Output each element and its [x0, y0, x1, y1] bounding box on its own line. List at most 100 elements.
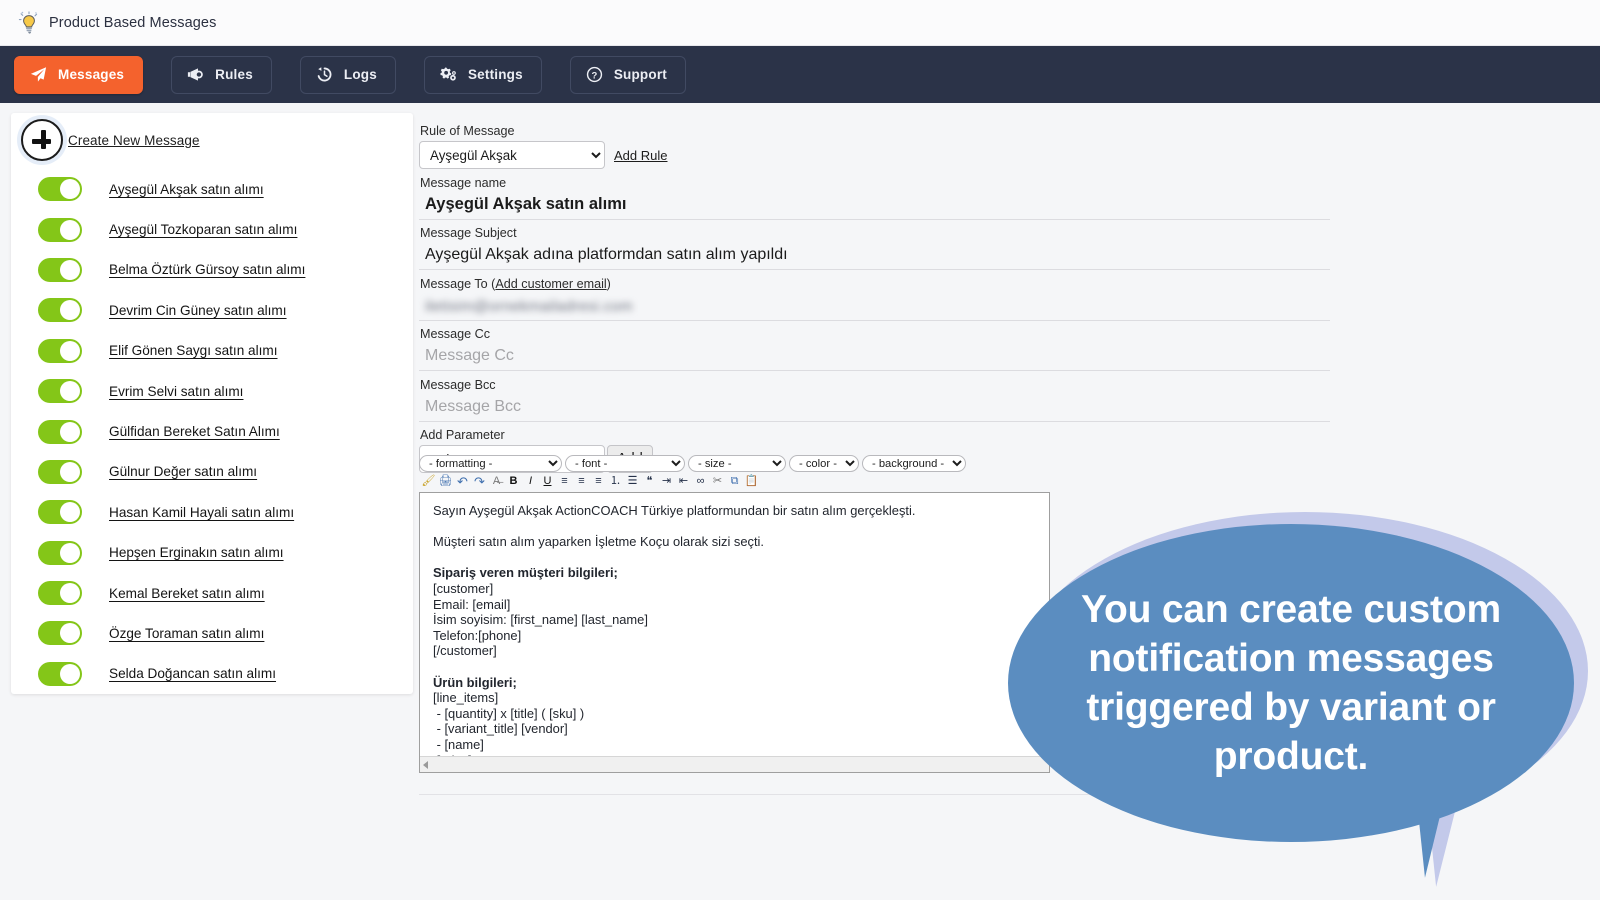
- message-to-input[interactable]: iletisim@ornekmailadresi.com: [419, 294, 1330, 321]
- svg-text:?: ?: [591, 71, 597, 82]
- editor-font-select[interactable]: - font -: [565, 455, 685, 472]
- add-customer-email-link[interactable]: Add customer email: [495, 277, 606, 291]
- callout-bubble: You can create custom notification messa…: [1008, 524, 1574, 842]
- nav-item-rules-label: Rules: [215, 67, 253, 82]
- message-list-item[interactable]: Evrim Selvi satın alımı: [11, 371, 413, 411]
- bold-icon[interactable]: B: [506, 474, 521, 489]
- toggle-knob: [60, 381, 80, 402]
- message-list-item[interactable]: Hepşen Erginakın satın alımı: [11, 533, 413, 573]
- message-list-item[interactable]: Elif Gönen Saygı satın alımı: [11, 331, 413, 371]
- create-new-message-button[interactable]: Create New Message: [21, 119, 200, 161]
- indent-icon[interactable]: ⇥: [659, 474, 674, 489]
- undo-icon[interactable]: ↶: [455, 474, 470, 489]
- editor-line: [customer]: [433, 580, 494, 596]
- message-enabled-toggle[interactable]: [38, 379, 82, 404]
- message-list-item-label: Selda Doğancan satın alımı: [109, 666, 277, 682]
- message-enabled-toggle[interactable]: [38, 621, 82, 646]
- toggle-knob: [60, 461, 80, 482]
- align-center-icon[interactable]: ≡: [574, 474, 589, 489]
- editor-line: Ürün bilgileri;: [433, 674, 517, 690]
- remove-format-icon[interactable]: A̶: [489, 474, 504, 489]
- message-enabled-toggle[interactable]: [38, 177, 82, 202]
- nav-item-support-label: Support: [613, 67, 667, 82]
- question-circle-icon: ?: [585, 65, 604, 84]
- editor-formatting-select[interactable]: - formatting -: [419, 455, 562, 472]
- editor-content-area[interactable]: Sayın Ayşegül Akşak ActionCOACH Türkiye …: [419, 492, 1050, 773]
- message-name-input[interactable]: [419, 192, 1330, 220]
- message-list-item-label: Gülnur Değer satın alımı: [109, 464, 258, 480]
- message-list-item[interactable]: Özge Toraman satın alımı: [11, 613, 413, 653]
- redo-icon[interactable]: ↷: [472, 474, 487, 489]
- message-enabled-toggle[interactable]: [38, 500, 82, 525]
- editor-size-select[interactable]: - size -: [688, 455, 786, 472]
- message-list-item-label: Hasan Kamil Hayali satın alımı: [109, 504, 295, 520]
- message-subject-input[interactable]: [419, 243, 1330, 270]
- blockquote-icon[interactable]: ❝: [642, 474, 657, 489]
- message-list-item[interactable]: Gülfidan Bereket Satın Alımı: [11, 411, 413, 451]
- message-list-item-label: Elif Gönen Saygı satın alımı: [109, 343, 278, 359]
- print-icon[interactable]: 🖨: [438, 474, 453, 489]
- message-enabled-toggle[interactable]: [38, 581, 82, 606]
- message-enabled-toggle[interactable]: [38, 298, 82, 323]
- message-list-item[interactable]: Hasan Kamil Hayali satın alımı: [11, 492, 413, 532]
- italic-icon[interactable]: I: [523, 474, 538, 489]
- rule-of-message-select[interactable]: Ayşegül Akşak: [419, 141, 605, 169]
- message-enabled-toggle[interactable]: [38, 661, 82, 686]
- nav-item-logs[interactable]: Logs: [299, 55, 396, 94]
- align-right-icon[interactable]: ≡: [591, 474, 606, 489]
- toggle-knob: [60, 300, 80, 321]
- editor-color-select[interactable]: - color -: [789, 455, 859, 472]
- toggle-knob: [60, 583, 80, 604]
- message-list-item-label: Devrim Cin Güney satın alımı: [109, 302, 287, 318]
- editor-horizontal-scrollbar[interactable]: [420, 756, 1049, 772]
- history-clock-icon: [315, 65, 334, 84]
- message-list-item[interactable]: Belma Öztürk Gürsoy satın alımı: [11, 250, 413, 290]
- message-list-item[interactable]: Gülnur Değer satın alımı: [11, 452, 413, 492]
- message-list-item[interactable]: Kemal Bereket satın alımı: [11, 573, 413, 613]
- toggle-knob: [60, 259, 80, 280]
- nav-item-settings-label: Settings: [467, 67, 523, 82]
- message-list-item-label: Belma Öztürk Gürsoy satın alımı: [109, 262, 306, 278]
- add-rule-link[interactable]: Add Rule: [614, 148, 667, 163]
- clean-brush-icon[interactable]: 🖌: [421, 474, 436, 489]
- message-enabled-toggle[interactable]: [38, 459, 82, 484]
- toggle-knob: [60, 340, 80, 361]
- message-list-item[interactable]: Devrim Cin Güney satın alımı: [11, 290, 413, 330]
- copy-icon[interactable]: ⧉: [727, 474, 742, 489]
- unordered-list-icon[interactable]: ☰: [625, 474, 640, 489]
- message-list-item-label: Hepşen Erginakın satın alımı: [109, 545, 284, 561]
- editor-background-select[interactable]: - background -: [862, 455, 966, 472]
- toggle-knob: [60, 542, 80, 563]
- window-title: Product Based Messages: [49, 14, 217, 31]
- message-enabled-toggle[interactable]: [38, 338, 82, 363]
- toggle-knob: [60, 179, 80, 200]
- message-cc-input[interactable]: [419, 344, 1330, 371]
- paper-plane-icon: [29, 65, 48, 84]
- nav-item-settings[interactable]: Settings: [423, 55, 542, 94]
- message-list-item[interactable]: Ayşegül Tozkoparan satın alımı: [11, 209, 413, 249]
- message-name-label: Message name: [420, 175, 507, 190]
- ordered-list-icon[interactable]: ⒈: [608, 474, 623, 489]
- cut-icon[interactable]: ✂: [710, 474, 725, 489]
- message-list-item[interactable]: Ayşegül Akşak satın alımı: [11, 169, 413, 209]
- message-enabled-toggle[interactable]: [38, 257, 82, 282]
- underline-icon[interactable]: U: [540, 474, 555, 489]
- paste-icon[interactable]: 📋: [744, 474, 759, 489]
- message-bcc-input[interactable]: [419, 394, 1330, 422]
- message-enabled-toggle[interactable]: [38, 419, 82, 444]
- message-list-item[interactable]: Selda Doğancan satın alımı: [11, 654, 413, 694]
- outdent-icon[interactable]: ⇤: [676, 474, 691, 489]
- toggle-knob: [60, 623, 80, 644]
- message-enabled-toggle[interactable]: [38, 540, 82, 565]
- align-left-icon[interactable]: ≡: [557, 474, 572, 489]
- link-icon[interactable]: ∞: [693, 474, 708, 489]
- nav-item-support[interactable]: ? Support: [569, 55, 686, 94]
- scroll-left-arrow-icon[interactable]: [423, 761, 428, 769]
- add-parameter-label: Add Parameter: [420, 428, 505, 442]
- nav-item-rules[interactable]: Rules: [171, 55, 272, 94]
- message-list-item-label: Gülfidan Bereket Satın Alımı: [109, 424, 280, 440]
- message-enabled-toggle[interactable]: [38, 217, 82, 242]
- nav-item-messages[interactable]: Messages: [14, 55, 144, 94]
- editor-line: Sayın Ayşegül Akşak ActionCOACH Türkiye …: [433, 503, 916, 518]
